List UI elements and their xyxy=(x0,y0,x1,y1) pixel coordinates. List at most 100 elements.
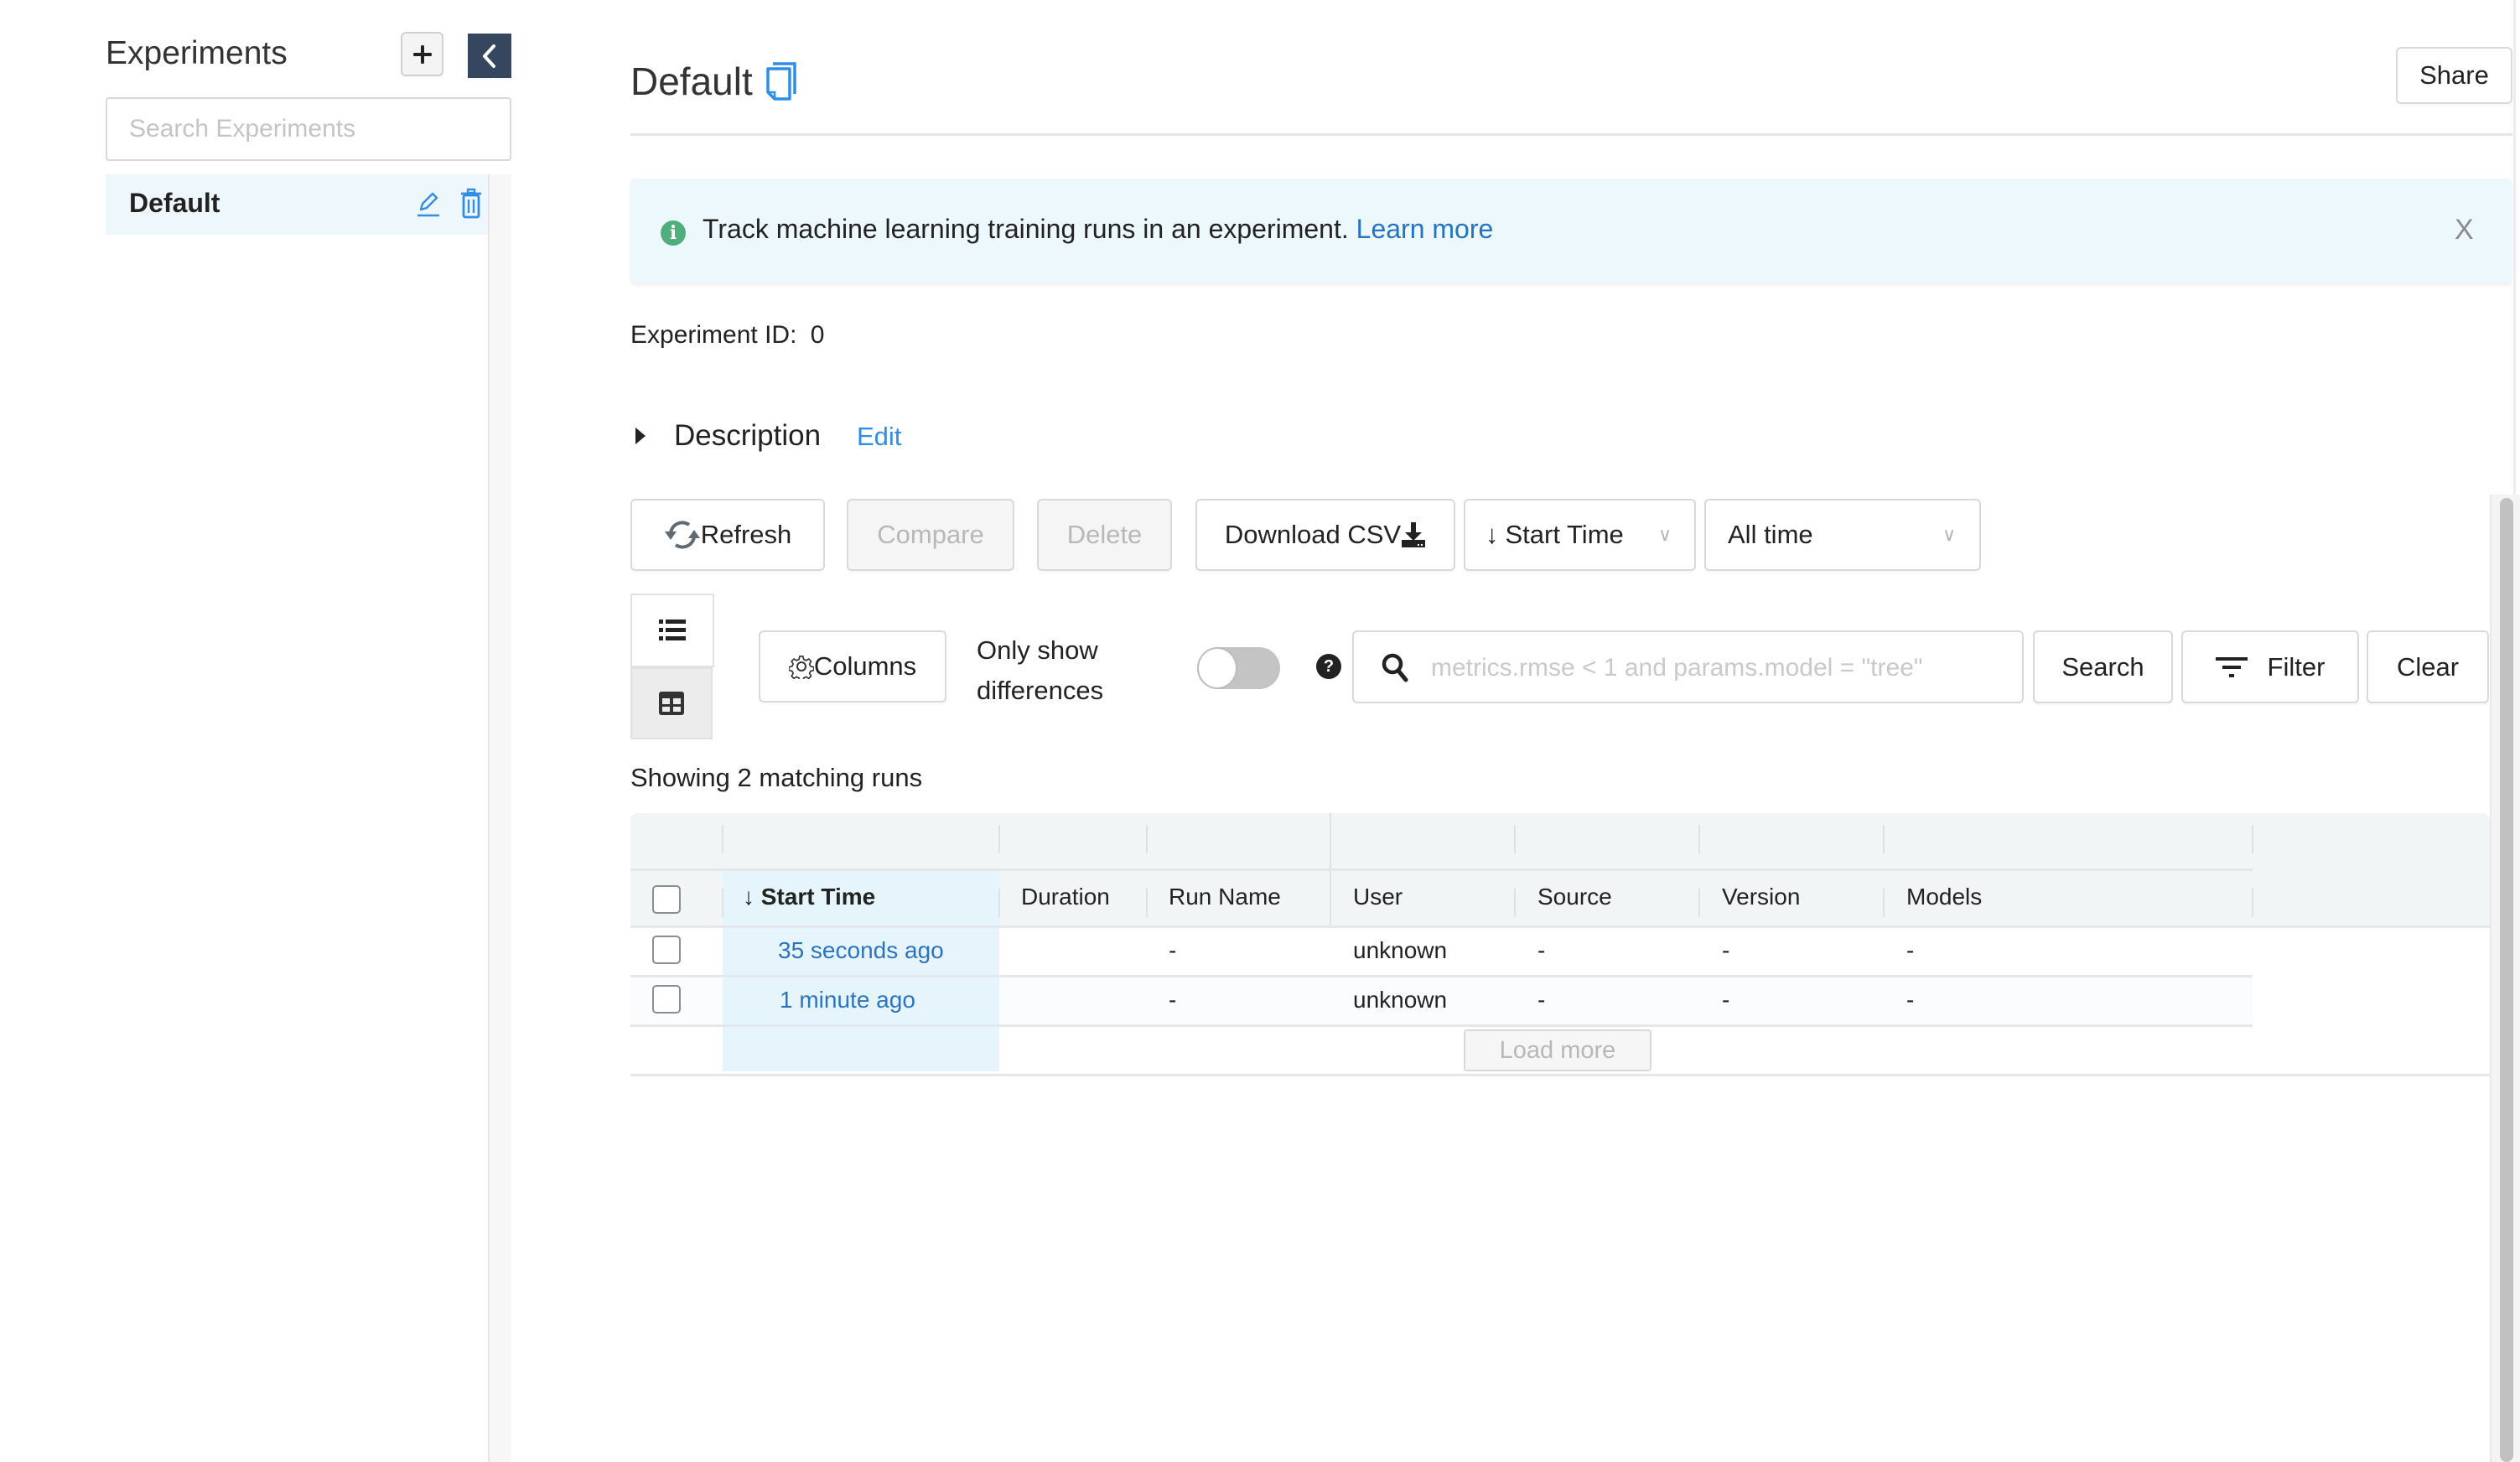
description-edit-link[interactable]: Edit xyxy=(857,422,901,452)
column-divider xyxy=(1698,825,1700,853)
trash-icon[interactable] xyxy=(459,188,483,220)
collapse-sidebar-button[interactable] xyxy=(468,34,511,78)
column-header-duration[interactable]: Duration xyxy=(1021,884,1110,910)
load-more-button[interactable]: Load more xyxy=(1464,1029,1651,1071)
diff-label-line2: differences xyxy=(977,676,1104,705)
edit-icon[interactable] xyxy=(416,189,441,218)
main-scrollbar[interactable] xyxy=(2490,495,2520,1462)
close-banner-button[interactable]: X xyxy=(2455,214,2474,246)
add-experiment-button[interactable] xyxy=(401,32,443,76)
column-header-version[interactable]: Version xyxy=(1722,884,1800,910)
gear-icon xyxy=(788,655,814,679)
search-button[interactable]: Search xyxy=(2033,630,2173,703)
run-models: - xyxy=(1906,987,1915,1013)
refresh-button[interactable]: Refresh xyxy=(630,499,825,571)
search-runs-input[interactable] xyxy=(1429,640,2011,696)
column-divider xyxy=(1698,889,1700,917)
time-range-label: All time xyxy=(1728,520,1813,549)
banner-message: Track machine learning training runs in … xyxy=(703,214,1349,244)
toggle-knob xyxy=(1197,647,1237,689)
table-view-button[interactable] xyxy=(630,667,713,739)
sidebar-item-default[interactable]: Default xyxy=(106,174,488,235)
columns-button[interactable]: Columns xyxy=(759,630,946,702)
column-divider xyxy=(722,825,723,853)
time-range-dropdown[interactable]: All time ∨ xyxy=(1704,499,1981,571)
sidebar-scrollbar[interactable] xyxy=(488,174,511,1462)
run-source: - xyxy=(1537,987,1546,1013)
info-banner: i Track machine learning training runs i… xyxy=(630,179,2512,283)
list-icon xyxy=(659,620,686,640)
only-show-differences-label: Only show differences xyxy=(977,630,1103,711)
plus-icon xyxy=(412,44,432,64)
column-divider xyxy=(1146,825,1148,853)
refresh-label: Refresh xyxy=(700,520,792,549)
run-models: - xyxy=(1906,937,1915,963)
experiment-id-value: 0 xyxy=(810,321,825,349)
experiment-id-label: Experiment ID: xyxy=(630,321,797,349)
chevron-down-icon: ∨ xyxy=(1942,524,1957,545)
column-divider xyxy=(998,889,1000,917)
sidebar-title: Experiments xyxy=(106,35,288,71)
search-experiments-input[interactable] xyxy=(106,97,511,161)
caret-right-icon[interactable] xyxy=(635,428,646,444)
column-header-source[interactable]: Source xyxy=(1537,884,1612,910)
copy-icon[interactable] xyxy=(765,62,798,104)
description-toggle[interactable]: Description xyxy=(674,419,821,453)
search-runs-box xyxy=(1352,630,2024,703)
row-checkbox[interactable] xyxy=(652,985,681,1014)
column-divider xyxy=(1883,825,1885,853)
list-view-button[interactable] xyxy=(630,594,714,667)
experiment-name: Default xyxy=(129,188,220,218)
help-icon[interactable]: ? xyxy=(1316,654,1341,679)
chevron-left-icon xyxy=(483,44,495,68)
delete-button[interactable]: Delete xyxy=(1037,499,1172,571)
header-bottom-line xyxy=(630,925,2490,928)
run-name: - xyxy=(1169,937,1177,963)
run-start-time-link[interactable]: 35 seconds ago xyxy=(778,937,944,964)
diff-label-line1: Only show xyxy=(977,635,1098,665)
learn-more-link[interactable]: Learn more xyxy=(1356,214,1494,244)
banner-text: Track machine learning training runs in … xyxy=(703,214,1493,245)
select-all-checkbox[interactable] xyxy=(652,885,681,914)
row-divider xyxy=(630,1024,2253,1027)
info-icon: i xyxy=(661,220,686,246)
columns-label: Columns xyxy=(813,651,917,681)
column-header-run-name[interactable]: Run Name xyxy=(1169,884,1281,910)
arrow-down-icon: ↓ xyxy=(1486,520,1499,549)
filter-icon xyxy=(2215,656,2248,677)
clear-button[interactable]: Clear xyxy=(2367,630,2489,703)
column-header-models[interactable]: Models xyxy=(1906,884,1982,910)
download-csv-label: Download CSV xyxy=(1224,520,1402,549)
column-divider xyxy=(1514,889,1516,917)
matching-runs-count: Showing 2 matching runs xyxy=(630,763,923,792)
filter-label: Filter xyxy=(2267,651,2326,682)
download-csv-button[interactable]: Download CSV xyxy=(1195,499,1455,571)
filter-button[interactable]: Filter xyxy=(2181,630,2359,703)
column-divider xyxy=(1883,889,1885,917)
sort-label: Start Time xyxy=(1505,520,1624,549)
download-icon xyxy=(1402,522,1426,547)
experiment-id: Experiment ID: 0 xyxy=(630,321,824,350)
column-divider xyxy=(2252,889,2253,917)
column-divider xyxy=(998,825,1000,853)
column-divider xyxy=(1514,825,1516,853)
column-divider xyxy=(722,889,723,917)
compare-button[interactable]: Compare xyxy=(847,499,1014,571)
only-show-differences-toggle[interactable] xyxy=(1197,647,1280,689)
header-group-divider xyxy=(630,868,2253,871)
sort-by-dropdown[interactable]: ↓ Start Time ∨ xyxy=(1464,499,1696,571)
run-start-time-link[interactable]: 1 minute ago xyxy=(780,987,915,1014)
row-checkbox[interactable] xyxy=(652,936,681,964)
run-source: - xyxy=(1537,937,1546,963)
run-version: - xyxy=(1722,987,1730,1013)
column-header-start-time[interactable]: ↓ Start Time xyxy=(743,884,875,910)
scrollbar-thumb[interactable] xyxy=(2500,498,2513,1462)
share-button[interactable]: Share xyxy=(2396,47,2512,104)
run-version: - xyxy=(1722,937,1730,963)
column-divider xyxy=(2252,825,2253,853)
page-title: Default xyxy=(630,60,753,103)
column-divider xyxy=(1146,889,1148,917)
chevron-down-icon: ∨ xyxy=(1658,524,1672,545)
column-header-user[interactable]: User xyxy=(1353,884,1403,910)
runs-table: ↓ Start Time Duration Run Name User Sour… xyxy=(630,813,2490,1075)
